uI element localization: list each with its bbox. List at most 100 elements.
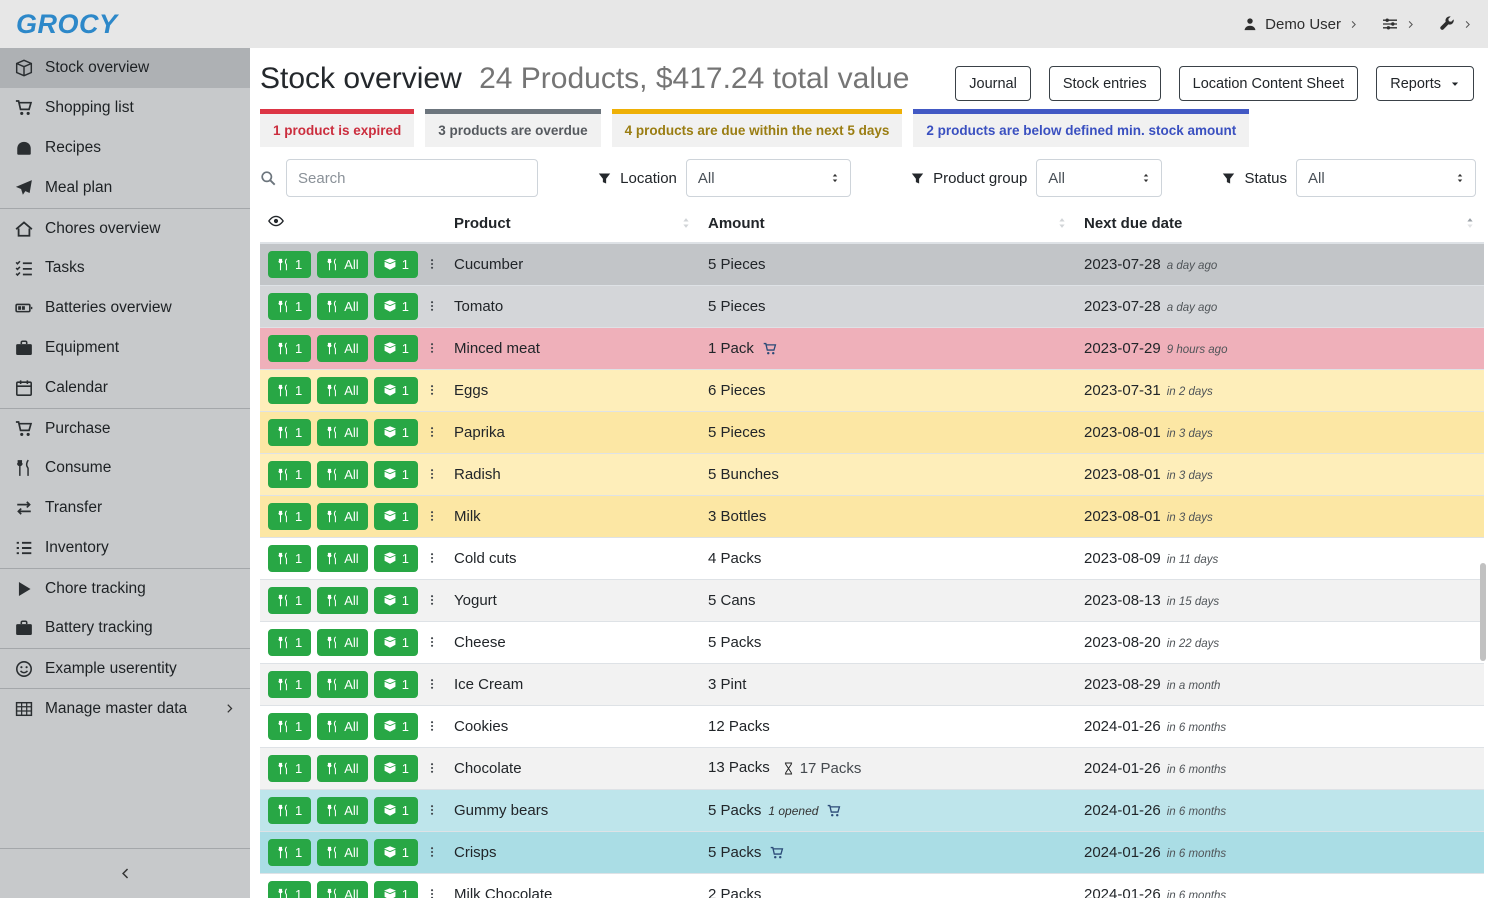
consume-all-button[interactable]: All xyxy=(317,629,367,656)
product-name[interactable]: Crisps xyxy=(454,844,497,861)
open-one-button[interactable]: 1 xyxy=(374,839,418,866)
product-name[interactable]: Eggs xyxy=(454,382,488,399)
product-name[interactable]: Cucumber xyxy=(454,256,523,273)
sidebar-item-manage-master-data[interactable]: Manage master data xyxy=(0,688,250,728)
product-name[interactable]: Yogurt xyxy=(454,592,497,609)
row-menu-button[interactable] xyxy=(426,673,438,695)
open-one-button[interactable]: 1 xyxy=(374,503,418,530)
sidebar-item-meal-plan[interactable]: Meal plan xyxy=(0,168,250,208)
open-one-button[interactable]: 1 xyxy=(374,419,418,446)
settings-menu[interactable] xyxy=(1382,16,1415,32)
sidebar-item-batteries-overview[interactable]: Batteries overview xyxy=(0,288,250,328)
consume-one-button[interactable]: 1 xyxy=(268,671,311,698)
product-name[interactable]: Gummy bears xyxy=(454,802,548,819)
product-name[interactable]: Cold cuts xyxy=(454,550,517,567)
row-menu-button[interactable] xyxy=(426,715,438,737)
row-menu-button[interactable] xyxy=(426,379,438,401)
open-one-button[interactable]: 1 xyxy=(374,713,418,740)
open-one-button[interactable]: 1 xyxy=(374,335,418,362)
sidebar-item-battery-tracking[interactable]: Battery tracking xyxy=(0,608,250,648)
sidebar-item-chores-overview[interactable]: Chores overview xyxy=(0,208,250,248)
product-name[interactable]: Cheese xyxy=(454,634,506,651)
open-one-button[interactable]: 1 xyxy=(374,881,418,898)
journal-button[interactable]: Journal xyxy=(955,66,1031,101)
product-name[interactable]: Cookies xyxy=(454,718,508,735)
open-one-button[interactable]: 1 xyxy=(374,461,418,488)
consume-all-button[interactable]: All xyxy=(317,503,367,530)
consume-all-button[interactable]: All xyxy=(317,335,367,362)
open-one-button[interactable]: 1 xyxy=(374,587,418,614)
sidebar-item-tasks[interactable]: Tasks xyxy=(0,248,250,288)
product-name[interactable]: Minced meat xyxy=(454,340,540,357)
product-name[interactable]: Radish xyxy=(454,466,501,483)
consume-one-button[interactable]: 1 xyxy=(268,587,311,614)
scrollbar-thumb[interactable] xyxy=(1480,563,1486,661)
consume-one-button[interactable]: 1 xyxy=(268,839,311,866)
consume-one-button[interactable]: 1 xyxy=(268,629,311,656)
status-banner[interactable]: 3 products are overdue xyxy=(425,109,600,147)
row-menu-button[interactable] xyxy=(426,337,438,359)
open-one-button[interactable]: 1 xyxy=(374,545,418,572)
open-one-button[interactable]: 1 xyxy=(374,377,418,404)
row-menu-button[interactable] xyxy=(426,547,438,569)
consume-all-button[interactable]: All xyxy=(317,587,367,614)
open-one-button[interactable]: 1 xyxy=(374,797,418,824)
row-menu-button[interactable] xyxy=(426,631,438,653)
sidebar-collapse-button[interactable] xyxy=(0,848,250,898)
row-menu-button[interactable] xyxy=(426,505,438,527)
sidebar-item-shopping-list[interactable]: Shopping list xyxy=(0,88,250,128)
user-menu[interactable]: Demo User xyxy=(1243,16,1358,33)
column-header-next-due-date[interactable]: Next due date xyxy=(1076,207,1484,243)
row-menu-button[interactable] xyxy=(426,799,438,821)
consume-one-button[interactable]: 1 xyxy=(268,545,311,572)
column-header-product[interactable]: Product xyxy=(446,207,700,243)
consume-one-button[interactable]: 1 xyxy=(268,755,311,782)
consume-all-button[interactable]: All xyxy=(317,713,367,740)
consume-all-button[interactable]: All xyxy=(317,797,367,824)
consume-all-button[interactable]: All xyxy=(317,545,367,572)
consume-one-button[interactable]: 1 xyxy=(268,377,311,404)
product-name[interactable]: Milk xyxy=(454,508,481,525)
row-menu-button[interactable] xyxy=(426,883,438,898)
admin-menu[interactable] xyxy=(1439,16,1472,32)
column-header-amount[interactable]: Amount xyxy=(700,207,1076,243)
row-menu-button[interactable] xyxy=(426,421,438,443)
row-menu-button[interactable] xyxy=(426,589,438,611)
consume-all-button[interactable]: All xyxy=(317,839,367,866)
status-select[interactable]: All xyxy=(1296,159,1476,197)
search-input[interactable] xyxy=(286,159,538,197)
row-menu-button[interactable] xyxy=(426,463,438,485)
consume-one-button[interactable]: 1 xyxy=(268,293,311,320)
consume-one-button[interactable]: 1 xyxy=(268,881,311,898)
product-name[interactable]: Ice Cream xyxy=(454,676,523,693)
sidebar-item-transfer[interactable]: Transfer xyxy=(0,488,250,528)
product-group-select[interactable]: All xyxy=(1036,159,1162,197)
consume-all-button[interactable]: All xyxy=(317,377,367,404)
status-banner[interactable]: 2 products are below defined min. stock … xyxy=(913,109,1249,147)
open-one-button[interactable]: 1 xyxy=(374,293,418,320)
consume-one-button[interactable]: 1 xyxy=(268,461,311,488)
consume-all-button[interactable]: All xyxy=(317,461,367,488)
stock-entries-button[interactable]: Stock entries xyxy=(1049,66,1161,101)
location-content-sheet-button[interactable]: Location Content Sheet xyxy=(1179,66,1359,101)
sidebar-item-stock-overview[interactable]: Stock overview xyxy=(0,48,250,88)
consume-one-button[interactable]: 1 xyxy=(268,713,311,740)
location-select[interactable]: All xyxy=(686,159,851,197)
app-logo[interactable]: GROCY xyxy=(16,9,118,40)
sidebar-item-consume[interactable]: Consume xyxy=(0,448,250,488)
sidebar-item-example-userentity[interactable]: Example userentity xyxy=(0,648,250,688)
open-one-button[interactable]: 1 xyxy=(374,755,418,782)
row-menu-button[interactable] xyxy=(426,841,438,863)
consume-all-button[interactable]: All xyxy=(317,881,367,898)
consume-one-button[interactable]: 1 xyxy=(268,419,311,446)
consume-all-button[interactable]: All xyxy=(317,671,367,698)
open-one-button[interactable]: 1 xyxy=(374,251,418,278)
sidebar-item-purchase[interactable]: Purchase xyxy=(0,408,250,448)
consume-one-button[interactable]: 1 xyxy=(268,335,311,362)
product-name[interactable]: Tomato xyxy=(454,298,503,315)
eye-icon[interactable] xyxy=(268,213,284,229)
consume-one-button[interactable]: 1 xyxy=(268,797,311,824)
consume-all-button[interactable]: All xyxy=(317,251,367,278)
sidebar-item-equipment[interactable]: Equipment xyxy=(0,328,250,368)
sidebar-item-recipes[interactable]: Recipes xyxy=(0,128,250,168)
